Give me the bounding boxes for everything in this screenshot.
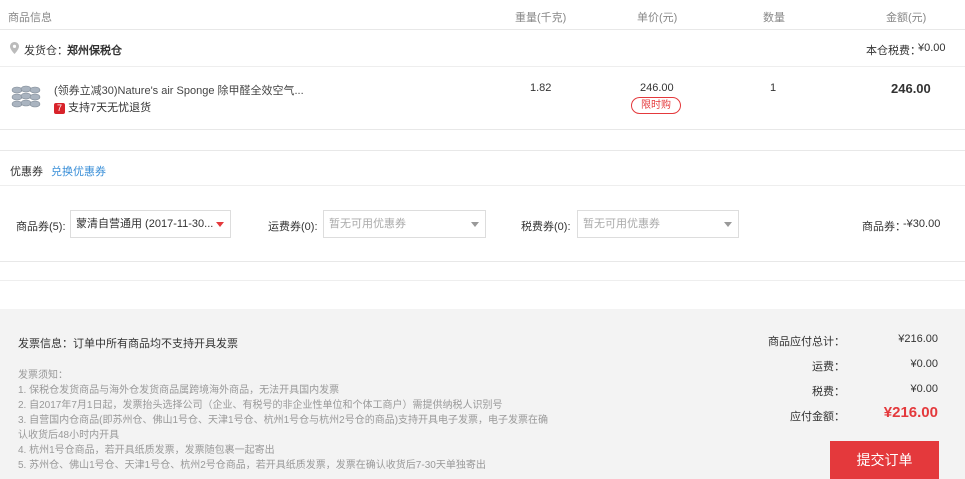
invoice-notes-title: 发票须知： — [18, 370, 68, 381]
warehouse-row: 发货仓： 郑州保税仓 本仓税费： ¥0.00 — [0, 30, 965, 67]
return-policy: 7 支持7天无忧退货 — [54, 99, 151, 115]
shipping-coupon-placeholder: 暂无可用优惠券 — [329, 218, 406, 230]
item-qty: 1 — [770, 82, 777, 94]
product-thumbnail[interactable] — [10, 81, 42, 113]
item-weight: 1.82 — [530, 82, 552, 94]
exchange-coupon-link[interactable]: 兑换优惠券 — [51, 163, 106, 179]
table-header: 商品信息 重量(千克) 单价(元) 数量 金额(元) — [0, 0, 965, 30]
invoice-note: 2. 自2017年7月1日起，发票抬头选择公司（企业、有税号的非企业性单位和个体… — [18, 400, 503, 411]
shipping-value: ¥0.00 — [910, 358, 938, 370]
coupon-title: 优惠券 — [10, 166, 43, 178]
invoice-info: 发票信息：订单中所有商品均不支持开具发票 — [18, 338, 238, 350]
shipping-coupon-select[interactable]: 暂无可用优惠券 — [323, 210, 486, 238]
col-price: 单价(元) — [637, 12, 678, 24]
warehouse-tax-value: ¥0.00 — [918, 42, 946, 54]
item-price: 246.00 — [640, 82, 674, 94]
invoice-notes: 发票须知： 1. 保税仓发货商品与海外仓发货商品属跨境海外商品，无法开具国内发票… — [18, 368, 618, 473]
total-value: ¥216.00 — [883, 404, 938, 421]
product-coupon-select[interactable]: 蒙清自营通用 (2017-11-30... — [70, 210, 231, 238]
coupon-discount-value: -¥30.00 — [903, 218, 941, 230]
tax-label: 税费： — [812, 386, 845, 398]
invoice-note: 5. 苏州仓、佛山1号仓、天津1号仓、杭州2号仓商品，若开具纸质发票，发票在确认… — [18, 460, 486, 471]
invoice-note: 认收货后48小时内开具 — [18, 430, 120, 441]
subtotal-value: ¥216.00 — [898, 333, 938, 345]
table-row: (领券立减30)Nature's air Sponge 除甲醛全效空气... 7… — [0, 67, 965, 130]
product-title-link[interactable]: (领券立减30)Nature's air Sponge 除甲醛全效空气... — [54, 82, 304, 98]
location-pin-icon — [10, 42, 19, 54]
coupon-select-row: 商品券(5): 蒙清自营通用 (2017-11-30... 运费券(0): 暂无… — [0, 186, 965, 262]
tax-coupon-placeholder: 暂无可用优惠券 — [583, 218, 660, 230]
invoice-note: 1. 保税仓发货商品与海外仓发货商品属跨境海外商品，无法开具国内发票 — [18, 385, 340, 396]
total-label: 应付金额： — [790, 411, 845, 423]
divider — [0, 280, 965, 281]
subtotal-label: 商品应付总计： — [768, 336, 845, 348]
product-coupon-value: 蒙清自营通用 (2017-11-30... — [76, 218, 214, 230]
dropdown-arrow-icon — [216, 222, 224, 227]
shipping-label: 运费： — [812, 361, 845, 373]
col-product: 商品信息 — [8, 12, 52, 24]
dropdown-arrow-icon — [724, 222, 732, 227]
coupon-discount-label: 商品券： — [862, 221, 906, 233]
warehouse-name: 郑州保税仓 — [67, 45, 122, 57]
warehouse-label: 发货仓： — [24, 45, 68, 57]
return-badge-icon: 7 — [54, 102, 65, 114]
warehouse-tax-label: 本仓税费： — [866, 45, 921, 57]
col-amount: 金额(元) — [886, 12, 927, 24]
tax-coupon-select[interactable]: 暂无可用优惠券 — [577, 210, 739, 238]
checkout-footer: 发票信息：订单中所有商品均不支持开具发票 发票须知： 1. 保税仓发货商品与海外… — [0, 309, 965, 479]
col-weight: 重量(千克) — [515, 12, 567, 24]
item-amount: 246.00 — [891, 81, 931, 96]
col-qty: 数量 — [763, 12, 785, 24]
return-policy-text: 支持7天无忧退货 — [68, 102, 152, 114]
submit-order-button[interactable]: 提交订单 — [830, 441, 939, 479]
shipping-coupon-label: 运费券(0): — [268, 221, 318, 233]
dropdown-arrow-icon — [471, 222, 479, 227]
promo-tag: 限时购 — [631, 97, 681, 114]
invoice-note: 4. 杭州1号仓商品，若开具纸质发票，发票随包裹一起寄出 — [18, 445, 275, 456]
tax-value: ¥0.00 — [910, 383, 938, 395]
coupon-header: 优惠券 兑换优惠券 — [0, 150, 965, 186]
invoice-note: 3. 自营国内仓商品(即苏州仓、佛山1号仓、天津1号仓、杭州1号仓与杭州2号仓的… — [18, 415, 549, 426]
tax-coupon-label: 税费券(0): — [521, 221, 571, 233]
product-coupon-label: 商品券(5): — [16, 221, 66, 233]
